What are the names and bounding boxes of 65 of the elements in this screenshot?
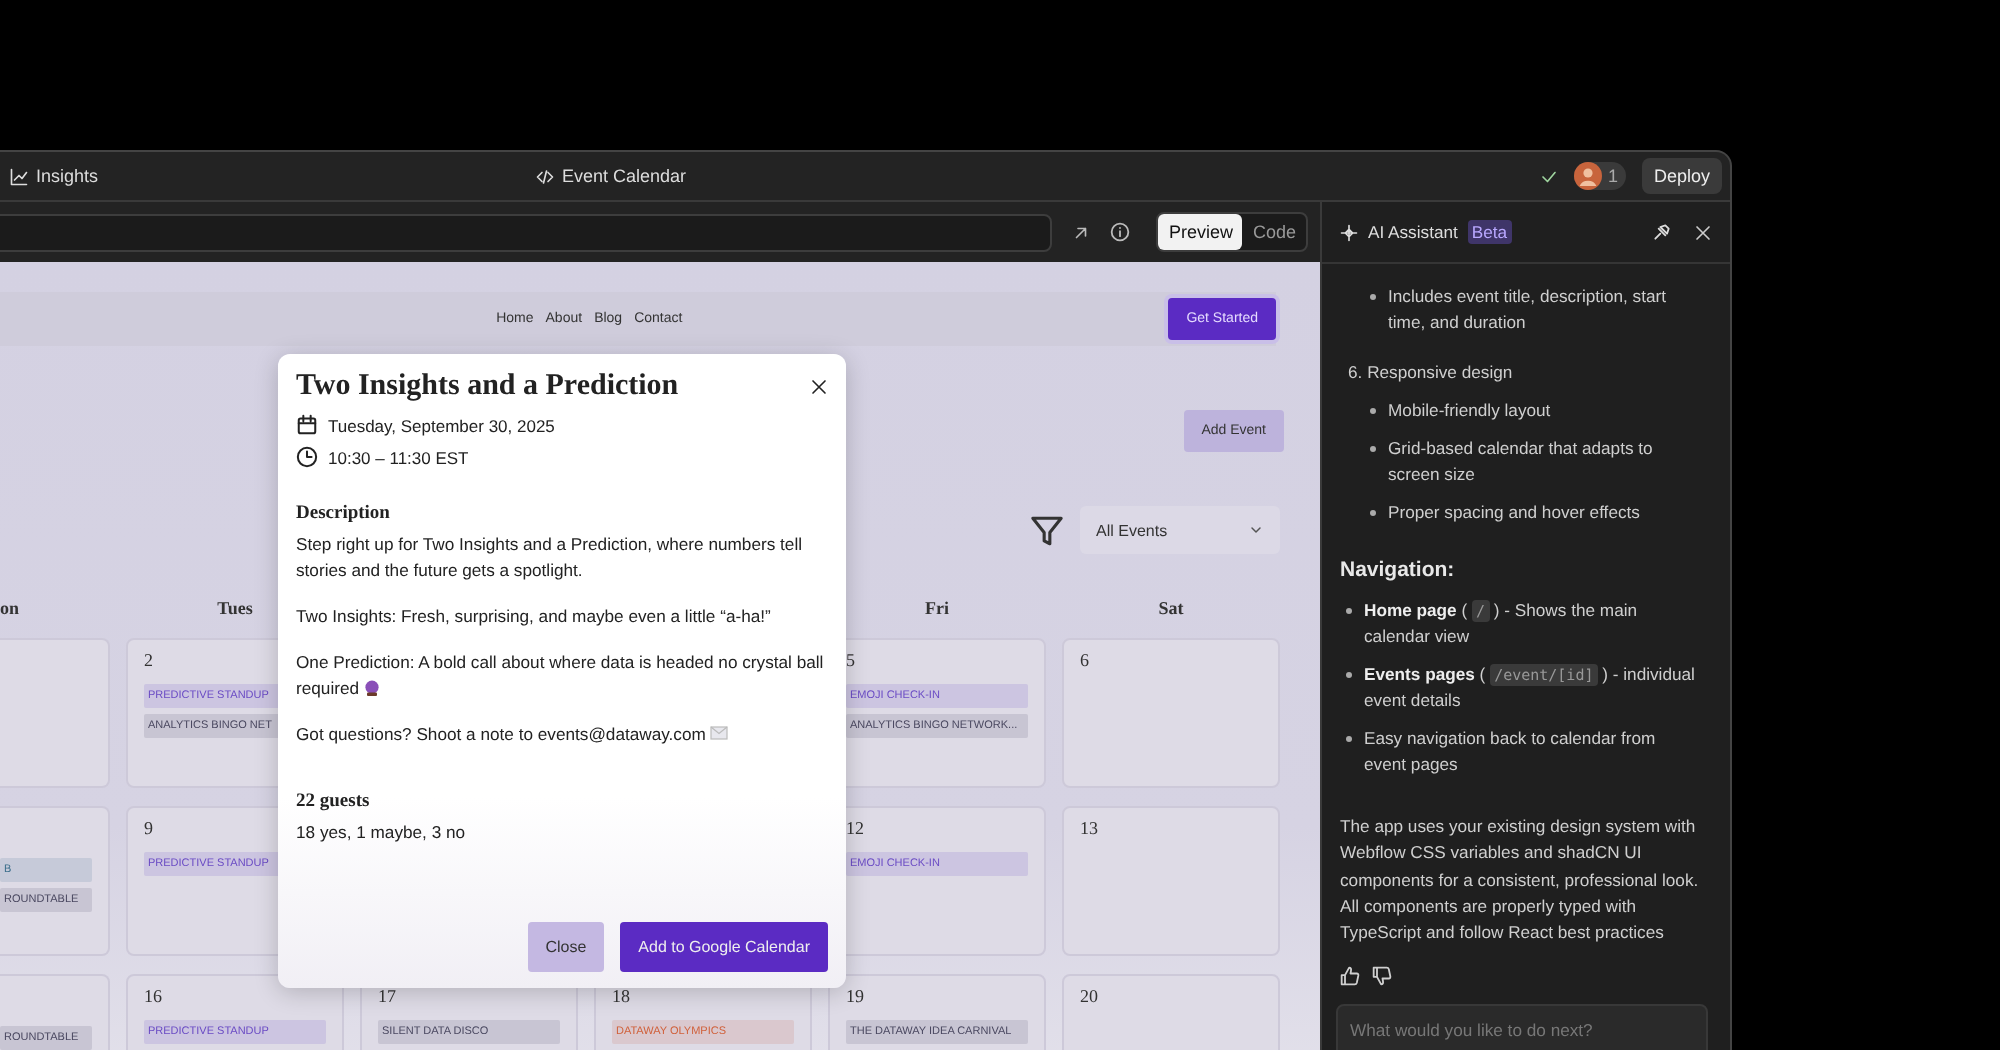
add-to-calendar-button[interactable]: Add to Google Calendar xyxy=(620,922,828,972)
envelope-icon xyxy=(710,726,729,740)
check-icon xyxy=(1539,167,1558,185)
x-drawing xyxy=(1694,223,1712,241)
chevron-down-icon xyxy=(1248,522,1264,538)
beta-badge: Beta xyxy=(1467,220,1512,244)
code-icon xyxy=(536,167,554,185)
list-item: Includes event title, description, start time, and duration xyxy=(1388,284,1669,336)
project-title: Event Calendar xyxy=(536,166,687,186)
avatar-icon xyxy=(1573,162,1602,190)
event-filter-dropdown[interactable]: All Events xyxy=(1080,506,1280,554)
thumbs-up-icon xyxy=(1340,966,1360,987)
weekday-header: Sat xyxy=(1158,598,1184,618)
external-link-icon xyxy=(1072,223,1090,241)
list-item: Proper spacing and hover effects xyxy=(1388,500,1642,526)
info-icon xyxy=(1110,222,1130,242)
insights-tab[interactable]: Insights xyxy=(0,166,536,186)
day-cell[interactable]: 13 xyxy=(1062,806,1280,956)
numbered-item: 6. Responsive design xyxy=(1348,360,1515,386)
day-number: 9 xyxy=(144,818,153,838)
day-cell[interactable]: 20 xyxy=(1062,974,1280,1050)
list-item: Easy navigation back to calendar from event pages xyxy=(1364,726,1658,778)
weekday-header: Fri xyxy=(925,598,949,618)
url-field[interactable] xyxy=(0,213,1052,251)
description-heading: Description xyxy=(296,504,392,524)
sparkle-icon xyxy=(1340,223,1358,241)
chart-icon xyxy=(10,167,28,185)
close-button[interactable]: Close xyxy=(527,922,605,972)
day-cell[interactable]: 6 xyxy=(1062,638,1280,788)
chat-input[interactable]: What would you like to do next? xyxy=(1336,1004,1708,1050)
list-item: Grid-based calendar that adapts to screen size xyxy=(1388,436,1655,488)
section-heading: Navigation: xyxy=(1340,558,1457,582)
crystal-ball-icon xyxy=(363,680,380,696)
filter-icon xyxy=(1030,513,1064,547)
close-icon[interactable] xyxy=(810,378,828,396)
day-number: 17 xyxy=(378,986,396,1006)
day-number: 16 xyxy=(144,986,162,1006)
day-number: 19 xyxy=(846,986,864,1006)
collaborators-badge[interactable]: 1 xyxy=(1573,162,1626,190)
event-title: Two Insights and a Prediction xyxy=(296,370,679,404)
clock-icon xyxy=(296,446,318,468)
assistant-title: AI Assistant xyxy=(1368,222,1458,242)
list-item: Mobile-friendly layout xyxy=(1388,398,1553,424)
day-number: 2 xyxy=(144,650,153,670)
deploy-button[interactable]: Deploy xyxy=(1641,158,1722,194)
event-date: Tuesday, September 30, 2025 xyxy=(328,415,555,435)
guests-heading: 22 guests xyxy=(296,792,372,812)
description-paragraph: Two Insights: Fresh, surprising, and maybe even a little “a-ha!” xyxy=(296,604,773,630)
description-paragraph: Step right up for Two Insights and a Prediction, where numbers tell stories and the future gets a spotlight. xyxy=(296,532,805,584)
day-number: 12 xyxy=(846,818,864,838)
x-drawing xyxy=(810,378,828,396)
day-number: 6 xyxy=(1080,650,1089,670)
pin-icon xyxy=(1652,222,1672,242)
calendar-icon xyxy=(296,414,318,436)
view-tab[interactable]: Preview xyxy=(1158,214,1243,250)
weekday-header: Tues xyxy=(217,598,253,618)
weekday-header: on xyxy=(0,598,20,618)
day-number: 18 xyxy=(612,986,630,1006)
view-tab[interactable]: Code xyxy=(1242,214,1306,250)
day-number: 20 xyxy=(1080,986,1098,1006)
day-number: 5 xyxy=(846,650,855,670)
day-number: 13 xyxy=(1080,818,1098,838)
event-time: 10:30 – 11:30 EST xyxy=(328,447,469,467)
thumbs-down-icon xyxy=(1372,966,1392,987)
assistant-message: The app uses your existing design system with Webflow CSS variables and shadCN UI components for a consistent, professional look. All components are properly typed with TypeScript and follow React best practices xyxy=(1340,814,1701,947)
